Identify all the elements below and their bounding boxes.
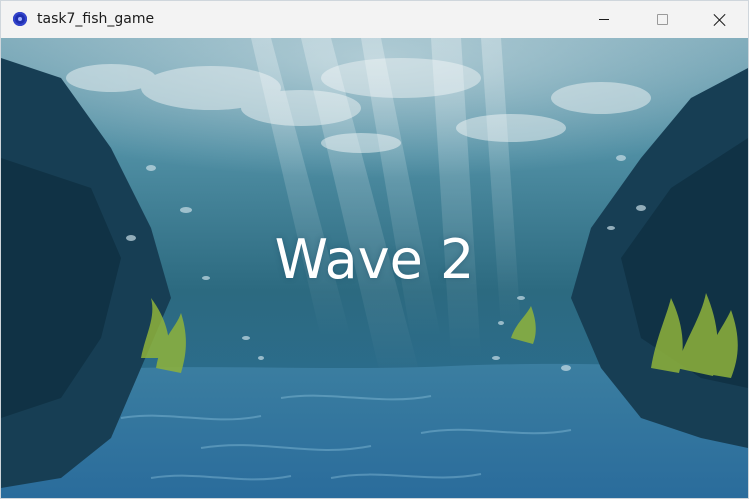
close-icon	[713, 13, 727, 27]
window-title: task7_fish_game	[37, 11, 155, 27]
maximize-icon	[656, 14, 668, 25]
title-bar[interactable]: task7_fish_game	[1, 1, 748, 38]
minimize-button[interactable]	[575, 1, 633, 38]
close-button[interactable]	[691, 1, 748, 38]
app-window: task7_fish_game Wave 2	[0, 0, 749, 499]
minimize-icon	[599, 19, 609, 20]
wave-banner: Wave 2	[274, 228, 475, 291]
maximize-button[interactable]	[633, 1, 691, 38]
app-icon	[13, 12, 27, 26]
game-canvas[interactable]: Wave 2	[1, 38, 748, 498]
